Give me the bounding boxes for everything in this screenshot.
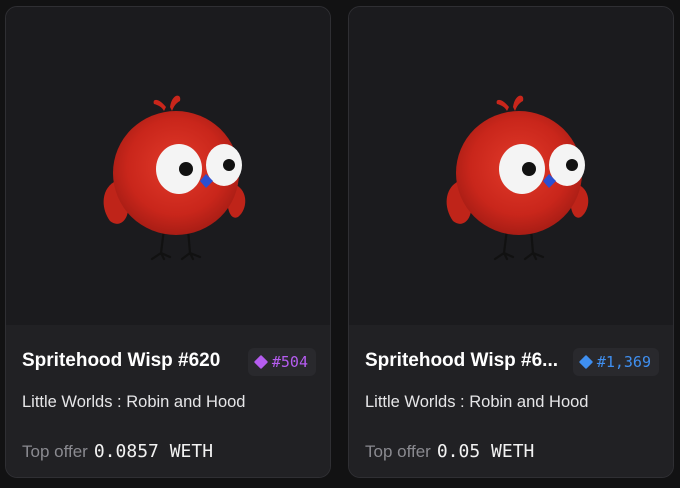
card-info: Spritehood Wisp #620 #504 Little Worlds … bbox=[6, 325, 330, 477]
top-offer-value: 0.05 WETH bbox=[436, 441, 535, 462]
collection-name[interactable]: Little Worlds : Robin and Hood bbox=[365, 393, 588, 412]
nft-card[interactable]: Spritehood Wisp #620 #504 Little Worlds … bbox=[5, 6, 331, 478]
diamond-icon bbox=[253, 354, 268, 370]
rarity-rank-badge[interactable]: #1,369 bbox=[572, 348, 659, 376]
nft-image[interactable] bbox=[6, 7, 330, 325]
diamond-icon bbox=[578, 354, 593, 370]
collection-name[interactable]: Little Worlds : Robin and Hood bbox=[22, 393, 245, 412]
rarity-rank-badge[interactable]: #504 bbox=[247, 348, 316, 376]
top-offer-label: Top offer bbox=[365, 442, 431, 461]
top-offer-value: 0.0857 WETH bbox=[93, 441, 214, 462]
card-info: Spritehood Wisp #6... #1,369 Little Worl… bbox=[349, 325, 673, 477]
nft-title[interactable]: Spritehood Wisp #6... bbox=[365, 350, 571, 372]
nft-card[interactable]: Spritehood Wisp #6... #1,369 Little Worl… bbox=[348, 6, 674, 478]
red-bird-icon bbox=[103, 95, 246, 261]
rarity-rank: #1,369 bbox=[596, 353, 651, 371]
nft-grid: Spritehood Wisp #620 #504 Little Worlds … bbox=[0, 0, 680, 488]
nft-title[interactable]: Spritehood Wisp #620 bbox=[22, 350, 228, 372]
top-offer-label: Top offer bbox=[22, 442, 88, 461]
nft-image[interactable] bbox=[349, 7, 673, 325]
top-offer: Top offer 0.0857 WETH bbox=[22, 441, 213, 462]
top-offer: Top offer 0.05 WETH bbox=[365, 441, 534, 462]
rarity-rank: #504 bbox=[271, 353, 308, 371]
red-bird-icon bbox=[446, 95, 589, 261]
